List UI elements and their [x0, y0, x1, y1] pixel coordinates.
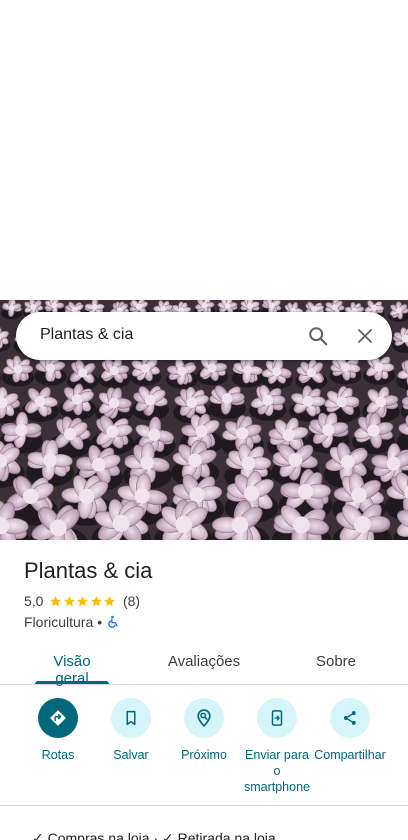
separator-dot: •: [97, 614, 103, 630]
send-to-phone-label: Enviar para o smartphone: [243, 748, 310, 794]
directions-icon: [50, 710, 66, 726]
blank-map-area: [0, 0, 408, 300]
nearby-icon: [197, 709, 211, 727]
directions-button-circle[interactable]: [38, 698, 78, 738]
place-category: Floricultura: [24, 614, 94, 630]
send-to-phone-button-circle[interactable]: [257, 698, 297, 738]
star-rating: [49, 595, 117, 608]
search-bar[interactable]: Plantas & cia: [16, 312, 392, 360]
share-label: Compartilhar: [314, 748, 386, 762]
wheelchair-accessible-icon: [108, 615, 118, 628]
active-tab-indicator: [35, 681, 109, 684]
save-button-circle[interactable]: [111, 698, 151, 738]
place-title: Plantas & cia: [24, 558, 153, 583]
close-icon: [358, 329, 372, 343]
directions-button[interactable]: Rotas: [18, 698, 98, 763]
directions-label: Rotas: [41, 748, 75, 762]
share-button-circle[interactable]: [330, 698, 370, 738]
rating-value: 5,0: [24, 593, 44, 609]
category-row: Floricultura •: [24, 613, 120, 631]
action-buttons: Rotas Salvar Próximo Enviar para o smart…: [0, 698, 408, 798]
save-label: Salvar: [113, 748, 149, 762]
section-divider: [0, 805, 408, 806]
star-icon: [64, 595, 75, 606]
send-to-phone-button[interactable]: Enviar para o smartphone: [237, 698, 317, 795]
star-icon: [91, 595, 102, 606]
star-icon: [50, 595, 62, 606]
search-query[interactable]: Plantas & cia: [40, 326, 133, 344]
tab-bar: Visão geral Avaliações Sobre: [0, 640, 408, 687]
save-button[interactable]: Salvar: [91, 698, 171, 763]
star-icon: [77, 595, 89, 606]
rating-row[interactable]: 5,0 (8): [24, 592, 140, 610]
nearby-button-circle[interactable]: [184, 698, 224, 738]
search-icon: [309, 327, 328, 346]
review-count[interactable]: (8): [123, 593, 140, 609]
share-icon: [343, 711, 356, 725]
send-to-phone-icon: [271, 710, 283, 726]
nearby-label: Próximo: [181, 748, 227, 762]
share-button[interactable]: Compartilhar: [310, 698, 390, 763]
star-icon: [104, 595, 116, 606]
clear-search-button[interactable]: [349, 320, 381, 352]
nearby-button[interactable]: Próximo: [164, 698, 244, 763]
bookmark-icon: [126, 710, 136, 726]
search-button[interactable]: [302, 320, 334, 352]
tab-reviews[interactable]: Avaliações: [164, 653, 244, 670]
service-options-peek: ✓ Compras na loja · ✓ Retirada na loja: [32, 830, 276, 840]
tab-about[interactable]: Sobre: [310, 653, 362, 670]
